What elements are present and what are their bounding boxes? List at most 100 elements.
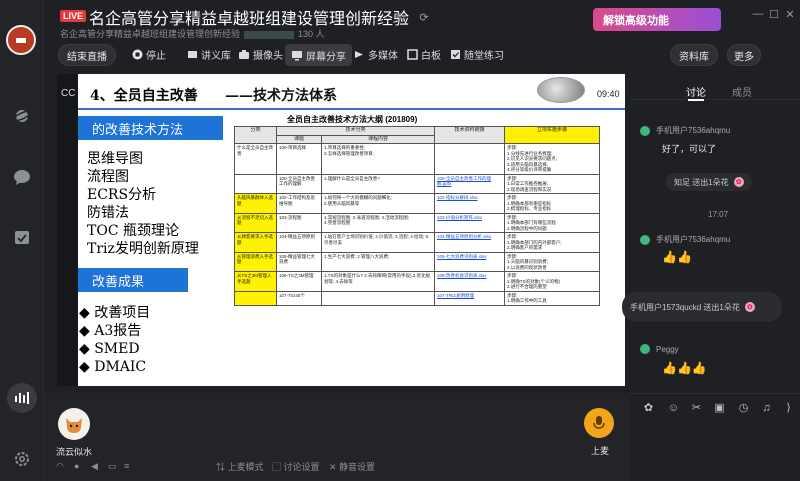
mute-settings-button[interactable]: ✕ 静音设置 xyxy=(329,460,375,473)
slide-heading-sub: ——技术方法体系 xyxy=(225,88,337,104)
table-cell: 1.常规流程图; 2.泳道流程图; 3.活动流程图; 4.完善流程图 xyxy=(320,212,436,233)
courseware-button[interactable]: 讲义库 xyxy=(186,47,231,62)
table-cell: 步骤: 1.明确本部有哪些指标 2.梳理指标、专业指标 xyxy=(504,193,601,214)
table-header: 技术资料链接 xyxy=(434,126,506,144)
join-mic-label: 上麦 xyxy=(591,446,610,456)
table-header: 技术分类 xyxy=(275,126,436,136)
planet-icon[interactable] xyxy=(12,106,32,126)
table-cell: 100-项目选择 xyxy=(276,143,322,175)
share-icon[interactable]: ⟳ xyxy=(418,11,430,24)
subtitle-text: 名企高管分享精益卓越班组建设管理创新经验 xyxy=(60,29,241,39)
multimedia-label: 多媒体 xyxy=(368,51,398,62)
table-cell: 1.站在客户立场识别价值; 2.价值流; 3.流程; 4.拉动; 5.尽善尽美 xyxy=(320,232,436,253)
chat-message-text: 👍👍👍 xyxy=(662,361,707,375)
library-button[interactable]: 资料库 xyxy=(670,44,718,66)
discussion-settings-button[interactable]: ▢ 讨论设置 xyxy=(272,460,320,473)
method-item: TOC 瓶颈理论 xyxy=(87,223,179,239)
table-cell[interactable]: 106-改善机会识别表.xlsx xyxy=(434,271,506,292)
stop-button[interactable]: 停止 xyxy=(131,47,166,62)
screen-icon[interactable]: ▭ xyxy=(108,461,117,472)
practice-button[interactable]: 随堂练习 xyxy=(449,47,504,62)
org-logo[interactable] xyxy=(6,25,36,55)
avatar xyxy=(640,234,650,245)
history-icon[interactable]: ◷ xyxy=(737,401,750,414)
image-icon[interactable]: ▣ xyxy=(713,401,726,414)
close-icon[interactable]: ✕ xyxy=(784,8,796,21)
minimize-icon[interactable]: — xyxy=(752,8,764,20)
mic-icon xyxy=(593,416,605,429)
slide-clock: 09:40 xyxy=(597,89,620,99)
table-cell: 从流程不足切入选题 xyxy=(234,212,277,233)
gift-notice-text: 知足 送出1朵花 xyxy=(674,177,729,187)
settings-gear-icon[interactable] xyxy=(12,449,32,469)
camera-icon xyxy=(238,49,250,60)
calendar-check-icon[interactable] xyxy=(12,227,32,247)
table-cell[interactable]: 103-价值分析矩阵.xlsx xyxy=(434,212,506,233)
flower-gift-icon[interactable]: ✿ xyxy=(642,401,655,414)
slide-heading: 4、全员自主改善 xyxy=(90,88,198,104)
stage-mode-button[interactable]: ⇅ 上麦模式 xyxy=(216,460,264,473)
results-list: ◆ 改善项目 ◆ A3报告 ◆ SMED ◆ DMAIC xyxy=(79,304,150,376)
screen-share-button[interactable]: 屏幕分享 xyxy=(285,44,352,66)
table-cell: 步骤: 1.分线先进行业务梳理; 2.识见人识员要求问题点; 3.适用头脑风暴选… xyxy=(504,143,601,175)
chat-message-text: 好了，可以了 xyxy=(662,144,717,154)
end-live-button[interactable]: 结束直播 xyxy=(58,44,116,66)
table-row: 头脑风暴群体入选题 102-工作结构及思维导图 1.如何将一个大的模糊的问题细化; … xyxy=(234,193,601,214)
table-header: 分类 xyxy=(234,126,277,144)
chat-input-toolbar: ✿ ☺ ✂ ▣ ◷ ♫ ⟩ xyxy=(630,393,800,421)
unlock-premium-button[interactable]: 解锁高级功能 xyxy=(593,8,721,31)
collapse-icon[interactable]: ⟩ xyxy=(782,401,795,414)
maximize-icon[interactable]: ☐ xyxy=(768,8,780,21)
results-box: 改善成果 xyxy=(78,268,188,292)
bell-icon[interactable]: ♫ xyxy=(760,401,773,414)
table-cell[interactable]: 104-精益五项原则分析.xlsx xyxy=(434,232,506,253)
mic-status-icon[interactable]: ● xyxy=(74,461,79,471)
table-cell: 步骤: 1.明确工作中的工具 xyxy=(504,290,601,306)
more-button[interactable]: 更多 xyxy=(727,44,761,66)
live-badge: LIVE xyxy=(60,10,87,22)
table-cell[interactable]: 102-指标分解树.xlsx xyxy=(434,193,506,214)
table-cell[interactable] xyxy=(434,143,506,175)
courseware-label: 讲义库 xyxy=(201,51,231,62)
multimedia-button[interactable]: 多媒体 xyxy=(353,47,398,62)
chat-message-text: 👍👍 xyxy=(662,250,692,264)
chat-message-header: 手机用户7536ahqmu xyxy=(640,234,730,245)
table-cell: 步骤: 1.头脑风暴识别浪费; 2.以浪费的现状改善 xyxy=(504,251,601,272)
whiteboard-label: 白板 xyxy=(421,51,441,62)
table-cell: 什么是全员自主改善 xyxy=(234,143,277,175)
method-item: ECRS分析 xyxy=(87,187,157,203)
stop-label: 停止 xyxy=(146,51,166,62)
audio-wave-icon[interactable] xyxy=(7,383,37,413)
table-cell: 106-TS之3M管理 xyxy=(276,271,322,292)
tab-members[interactable]: 成员 xyxy=(732,84,752,99)
result-item: ◆ A3报告 xyxy=(79,323,142,339)
stage-mode-label: 上麦模式 xyxy=(227,462,264,472)
live-toolbar: 结束直播 停止 讲义库 摄像头 屏幕分享 多媒体 白板 随堂练习 资料库 更多 xyxy=(44,41,800,69)
list-icon[interactable]: ≡ xyxy=(124,461,129,471)
whiteboard-button[interactable]: 白板 xyxy=(406,47,441,62)
table-cell[interactable]: 100-全员自主改善工作的理解.pptx xyxy=(434,173,506,194)
mute-settings-label: 静音设置 xyxy=(339,462,376,472)
chat-bubble-icon[interactable] xyxy=(12,167,32,187)
tab-discussion[interactable]: 讨论 xyxy=(686,84,706,101)
presenter-avatar[interactable] xyxy=(58,408,90,440)
join-mic-button[interactable] xyxy=(584,408,614,438)
table-cell: 103-流程图 xyxy=(276,212,322,233)
emoji-icon[interactable]: ☺ xyxy=(667,401,680,414)
table-cell[interactable]: 107-TRIZ发明原理 xyxy=(434,290,506,306)
scissors-icon[interactable]: ✂ xyxy=(690,401,703,414)
result-item: ◆ 改善项目 xyxy=(79,305,151,321)
table-cell: 107-Triz40个 xyxy=(276,290,322,306)
chat-input-area[interactable] xyxy=(630,421,800,481)
table-cell: 100-全员自主改善工作的理解 xyxy=(276,173,322,194)
fox-icon xyxy=(66,418,82,433)
camera-button[interactable]: 摄像头 xyxy=(238,47,283,62)
whiteboard-icon xyxy=(406,49,418,60)
chat-message-header: Peggy xyxy=(640,344,679,354)
external-link-icon[interactable]: ⇱ xyxy=(394,11,406,24)
speaker-icon[interactable]: ◀ xyxy=(91,461,98,472)
table-cell: 105-精益管理七大浪费 xyxy=(276,251,322,272)
table-cell: 102-工作结构及思维导图 xyxy=(276,193,322,214)
table-cell[interactable]: 105-七大浪费识别表.xlsx xyxy=(434,251,506,272)
table-cell: 从顾客要求入手选题 xyxy=(234,232,277,253)
